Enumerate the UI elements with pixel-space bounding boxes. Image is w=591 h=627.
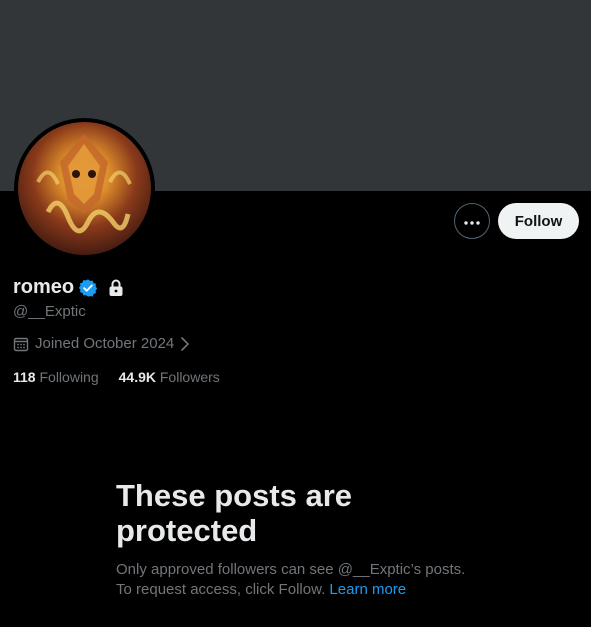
protected-body: Only approved followers can see @__Expti… <box>116 560 496 600</box>
protected-title-line2: protected <box>116 513 258 548</box>
protected-title: These posts are protected <box>116 478 496 548</box>
name-row: romeo <box>13 276 126 299</box>
protected-body-text: To request access, click Follow. <box>116 581 326 598</box>
joined-date: Joined October 2024 <box>13 335 190 352</box>
calendar-icon <box>13 336 29 352</box>
followers-label: Followers <box>159 369 220 385</box>
lock-icon <box>108 279 126 297</box>
protected-notice: These posts are protected Only approved … <box>116 478 496 600</box>
avatar[interactable] <box>14 118 155 259</box>
more-options-button[interactable] <box>454 203 490 239</box>
avatar-image <box>18 122 151 255</box>
protected-title-line1: These posts are <box>116 478 353 513</box>
learn-more-link[interactable]: Learn more <box>329 581 406 598</box>
following-link[interactable]: 118 Following <box>13 369 99 385</box>
protected-body-line1: Only approved followers can see @__Expti… <box>116 561 466 578</box>
following-count: 118 <box>13 369 36 385</box>
handle: @__Exptic <box>13 303 86 320</box>
display-name: romeo <box>13 276 75 298</box>
follow-button[interactable]: Follow <box>498 203 579 239</box>
following-label: Following <box>39 369 99 385</box>
followers-count: 44.9K <box>118 369 156 385</box>
more-dots-icon <box>464 212 480 230</box>
follow-stats: 118 Following 44.9K Followers <box>13 369 220 385</box>
followers-link[interactable]: 44.9K Followers <box>119 369 220 385</box>
joined-label: Joined October 2024 <box>35 335 175 352</box>
verified-badge-icon[interactable] <box>78 278 98 298</box>
protected-body-line2: To request access, click Follow. Learn m… <box>116 580 496 600</box>
chevron-right-icon[interactable] <box>180 336 190 352</box>
